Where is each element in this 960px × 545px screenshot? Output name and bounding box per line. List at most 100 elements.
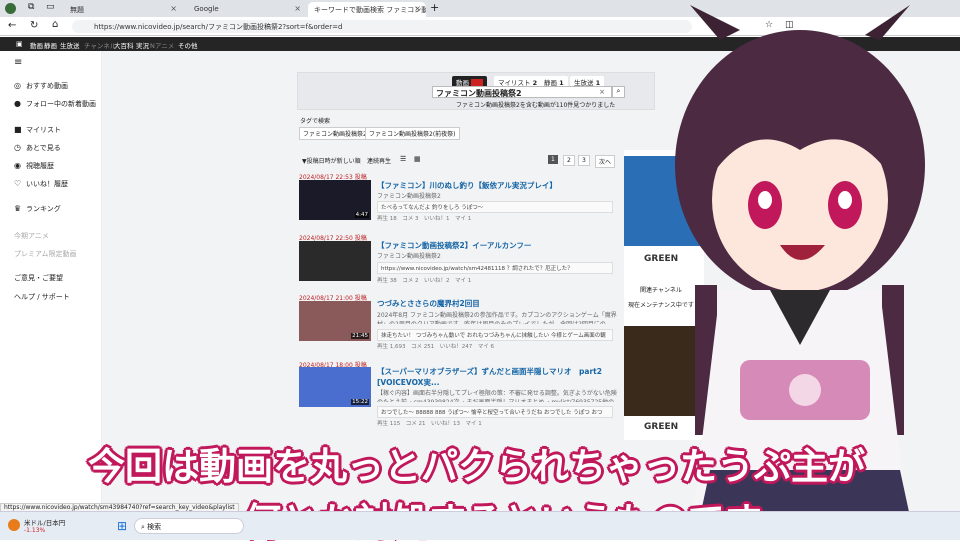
clear-icon[interactable]: × <box>599 88 605 96</box>
nico-nav-seiga[interactable]: 静画 <box>44 40 57 50</box>
latest-comments: たべるってなんだよ 釣りをしろ うぽつ〜 <box>377 201 613 213</box>
close-tab-icon[interactable]: × <box>170 4 177 13</box>
start-icon[interactable]: ⊞ <box>117 519 127 533</box>
menu-icon[interactable]: ≡ <box>14 57 22 68</box>
video-stats: 再生 38 コメ 2 いいね！2 マイ 1 <box>377 278 472 284</box>
duration-badge: 21:45 <box>351 333 369 339</box>
page-2-button[interactable]: 2 <box>563 155 575 166</box>
sidebar-item-label: いいね！履歴 <box>26 180 68 188</box>
video-thumbnail[interactable]: 4:47 <box>299 180 371 220</box>
workspaces-icon[interactable]: ⧉ <box>28 2 34 12</box>
continuous-play-button[interactable]: 連続再生 <box>367 156 391 165</box>
tab-search[interactable]: キーワードで動画検索 ファミコン動画...× <box>308 2 426 17</box>
url-input[interactable]: https://www.nicovideo.jp/search/ファミコン動画投… <box>72 20 692 33</box>
sidebar-item-following[interactable]: ● フォロー中の新着動画 <box>14 99 96 109</box>
tab-label: Google <box>194 5 219 13</box>
search-button[interactable]: ⌕ <box>612 86 625 98</box>
page-1-button[interactable]: 1 <box>548 155 558 164</box>
sidebar-item-feedback[interactable]: ご意見・ご要望 <box>14 273 63 283</box>
folder-icon: ■ <box>14 125 22 134</box>
duration-badge: 15:22 <box>351 399 369 405</box>
video-stats: 再生 1,693 コメ 251 いいね！247 マイ 6 <box>377 344 494 350</box>
sidebar-item-label: ランキング <box>26 205 61 213</box>
nico-logo-icon[interactable]: ▣ <box>16 40 23 48</box>
sidebar-item-watchlater[interactable]: ◷ あとで見る <box>14 143 61 153</box>
close-tab-icon[interactable]: × <box>294 4 301 13</box>
video-title[interactable]: 【ファミコン】川のぬし釣り【飯依アル実況プレイ】 <box>377 180 557 191</box>
search-icon: ⌕ <box>141 523 145 531</box>
profile-icon[interactable] <box>5 3 16 14</box>
video-title[interactable]: つづみとささらの魔界村2回目 <box>377 298 480 309</box>
reload-icon[interactable]: ↻ <box>30 20 38 31</box>
search-input[interactable]: ファミコン動画投稿祭2 × <box>432 86 612 98</box>
tag-chip[interactable]: ファミコン動画投稿祭2 <box>299 127 371 140</box>
result-count-text: ファミコン動画投稿祭2を含む動画が110件見つかりました <box>456 102 616 109</box>
sidebar-item-label: おすすめ動画 <box>26 82 68 90</box>
nico-nav-channel[interactable]: チャンネル <box>84 40 116 50</box>
sidebar-item-mylist[interactable]: ■ マイリスト <box>14 125 61 135</box>
latest-comments: おつでした〜 88888 888 うぽつ〜 愉辛と桜空って合いそうだね おつでし… <box>377 406 613 418</box>
sidebar-item-label: 今期アニメ <box>14 232 49 240</box>
sidebar-item-label: フォロー中の新着動画 <box>26 100 96 108</box>
nico-nav-video[interactable]: 動画 <box>30 40 43 50</box>
sidebar-item-ranking[interactable]: ♛ ランキング <box>14 204 61 214</box>
nico-nav-jikkyo[interactable]: 実況 <box>136 40 149 50</box>
sidebar-item-label: ヘルプ / サポート <box>14 293 70 301</box>
nico-nav-anime[interactable]: Nアニメ <box>150 40 174 50</box>
video-stats: 再生 115 コメ 21 いいね！13 マイ 1 <box>377 421 482 427</box>
taskbar-search-input[interactable]: ⌕ 検索 <box>134 518 244 534</box>
follow-icon: ● <box>14 99 21 108</box>
grid-view-icon[interactable]: ▦ <box>414 155 421 163</box>
sort-select[interactable]: ▼投稿日時が新しい順 <box>302 156 361 165</box>
sidebar-item-label: ご意見・ご要望 <box>14 274 63 282</box>
nico-nav-live[interactable]: 生放送 <box>60 40 80 50</box>
tab-label: キーワードで動画検索 ファミコン動画... <box>314 6 426 14</box>
sidebar-item-anime[interactable]: 今期アニメ <box>14 231 49 241</box>
subtitle-line-1: 今回は動画を丸っとパクられちゃったうぷ主が <box>88 445 865 488</box>
video-thumbnail[interactable] <box>299 241 371 281</box>
nico-nav-dic[interactable]: 大百科 <box>114 40 134 50</box>
close-tab-icon[interactable]: × <box>414 4 421 13</box>
recommend-icon: ◎ <box>14 81 21 90</box>
video-thumbnail[interactable]: 21:45 <box>299 301 371 341</box>
tab-label: 無題 <box>70 6 84 14</box>
tab-actions-icon[interactable]: ▭ <box>46 2 55 12</box>
nico-nav-other[interactable]: その他 <box>178 40 198 50</box>
back-icon[interactable]: ← <box>8 20 16 31</box>
video-stats: 再生 18 コメ 3 いいね！1 マイ 1 <box>377 216 472 222</box>
weather-change: -1.13% <box>24 527 46 534</box>
taskbar-search-placeholder: 検索 <box>147 523 162 531</box>
sidebar-item-premium[interactable]: プレミアム限定動画 <box>14 249 77 259</box>
video-description: ファミコン動画投稿祭2 <box>377 253 441 260</box>
new-tab-icon[interactable]: + <box>430 1 439 14</box>
sidebar-item-label: 視聴履歴 <box>26 162 54 170</box>
next-page-button[interactable]: 次へ <box>595 155 616 168</box>
sidebar-item-help[interactable]: ヘルプ / サポート <box>14 292 70 302</box>
crown-icon: ♛ <box>14 204 22 213</box>
latest-comments: 抹走ちたい！ つづみちゃん動いで おれもつづみちゃんに抹触したい 今様とゲーム画… <box>377 329 613 341</box>
tab-google[interactable]: Google × <box>188 2 306 17</box>
heart-icon: ♡ <box>14 179 22 188</box>
video-thumbnail[interactable]: 15:22 <box>299 367 371 407</box>
tag-chip[interactable]: ファミコン動画投稿祭2(前夜祭) <box>365 127 460 140</box>
video-description: ファミコン動画投稿祭2 <box>377 193 441 200</box>
sidebar-item-likes[interactable]: ♡ いいね！履歴 <box>14 179 68 189</box>
sidebar-item-label: マイリスト <box>26 126 61 134</box>
sidebar-item-history[interactable]: ◉ 視聴履歴 <box>14 161 54 171</box>
video-description: 【稼ぐ内容】画面右半分隠してプレイ極限の策：不審に発せる調整。気ぎようがない危険… <box>377 390 617 402</box>
weather-title[interactable]: 米ドル/日本円 <box>24 517 65 527</box>
url-text: https://www.nicovideo.jp/search/ファミコン動画投… <box>94 23 343 31</box>
video-title[interactable]: 【スーパーマリオブラザーズ】ずんだと画面半隠しマリオ part2 [VOICEV… <box>377 366 617 386</box>
home-icon[interactable]: ⌂ <box>52 19 58 30</box>
video-title[interactable]: 【ファミコン動画投稿祭2】イーアルカンフー <box>377 240 531 251</box>
tab-untitled[interactable]: 無題 × <box>64 2 182 17</box>
sidebar-item-label: あとで見る <box>26 144 61 152</box>
page-3-button[interactable]: 3 <box>578 155 590 166</box>
latest-comments: https://www.nicovideo.jp/watch/sm4248111… <box>377 262 613 274</box>
video-description: 2024年8月 ファミコン動画投稿祭2の参加作品です。カプコンのアクションゲーム… <box>377 312 617 324</box>
list-view-icon[interactable]: ☰ <box>400 155 406 163</box>
sidebar-item-recommended[interactable]: ◎ おすすめ動画 <box>14 81 68 91</box>
tag-heading: タグで検索 <box>300 118 331 125</box>
sidebar: ≡ ◎ おすすめ動画 ● フォロー中の新着動画 ■ マイリスト ◷ あとで見る ◉ 視聴履… <box>0 51 102 511</box>
eyes-icon: ◉ <box>14 161 21 170</box>
